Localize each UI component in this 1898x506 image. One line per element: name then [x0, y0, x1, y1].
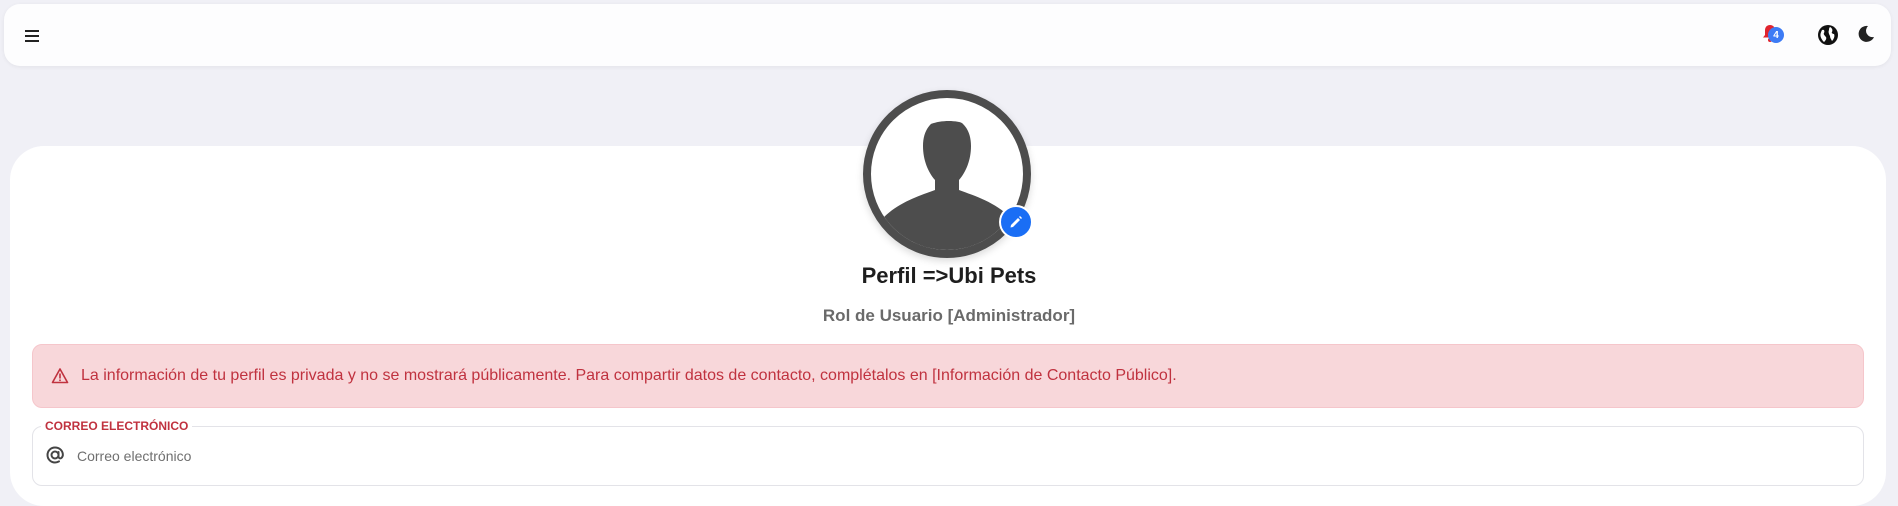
profile-title: Perfil =>Ubi Pets	[861, 263, 1037, 288]
email-field-group: CORREO ELECTRÓNICO	[32, 419, 1864, 486]
dark-mode-toggle[interactable]	[1857, 25, 1877, 45]
email-input[interactable]	[77, 445, 1837, 467]
edit-avatar-button[interactable]	[999, 205, 1033, 239]
menu-icon	[25, 30, 39, 42]
moon-icon	[1858, 25, 1874, 42]
top-navbar	[4, 4, 1891, 66]
notification-count-badge: 4	[1768, 27, 1784, 43]
pencil-icon	[1010, 216, 1022, 228]
warning-icon	[51, 368, 69, 384]
privacy-alert-text: La información de tu perfil es privada y…	[81, 367, 1177, 384]
user-role-label: Rol de Usuario [Administrador]	[822, 306, 1076, 325]
privacy-alert: La información de tu perfil es privada y…	[32, 344, 1864, 408]
language-button[interactable]	[1817, 24, 1839, 46]
at-sign-icon	[46, 446, 64, 464]
email-field-label: CORREO ELECTRÓNICO	[41, 419, 193, 433]
globe-icon	[1818, 25, 1838, 45]
hamburger-menu-button[interactable]	[22, 26, 42, 46]
